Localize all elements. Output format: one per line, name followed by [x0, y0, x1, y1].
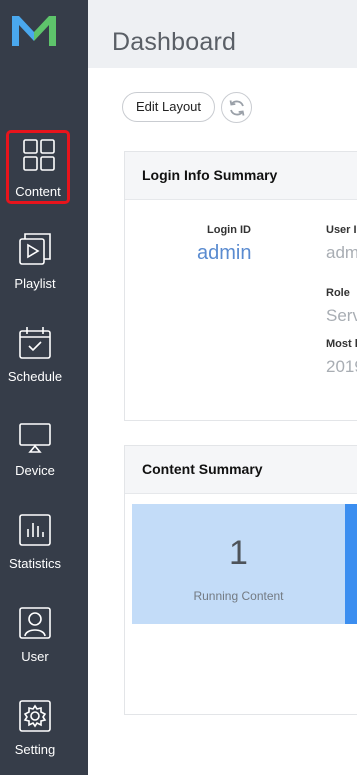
page-title: Dashboard [112, 28, 237, 56]
dashboard-main: Edit Layout Login Info Summary Login ID … [88, 68, 357, 775]
gear-icon [19, 700, 51, 732]
sidebar-item-content[interactable]: Content [6, 130, 70, 204]
sidebar-item-label: Statistics [8, 556, 61, 571]
sidebar-item-device[interactable]: Device [0, 419, 88, 499]
login-id-label: Login ID [207, 224, 251, 236]
sidebar-item-playlist[interactable]: Playlist [0, 232, 88, 312]
running-content-label: Running Content [193, 589, 284, 603]
most-recent-value: 2019 [326, 357, 357, 376]
bar-chart-icon [19, 514, 51, 546]
panel-title: Login Info Summary [142, 167, 278, 183]
user-name-label: User I [326, 224, 357, 236]
grid-icon [23, 139, 55, 171]
sidebar-item-label: Schedule [7, 369, 63, 384]
sidebar-item-label: Setting [14, 742, 56, 757]
login-info-summary-panel: Login Info Summary Login ID admin User I… [124, 151, 357, 421]
running-content-count: 1 [229, 534, 248, 572]
most-recent-label: Most l [326, 338, 357, 350]
content-summary-panel: Content Summary 1 Running Content [124, 445, 357, 715]
refresh-button[interactable] [221, 92, 252, 123]
sidebar-item-label: Playlist [14, 276, 56, 291]
sidebar-item-statistics[interactable]: Statistics [0, 512, 88, 592]
login-id-value: admin [197, 242, 252, 264]
next-summary-tile[interactable] [345, 504, 357, 624]
sidebar-item-schedule[interactable]: Schedule [0, 325, 88, 405]
running-content-tile[interactable]: 1 Running Content [132, 504, 345, 624]
refresh-icon [229, 100, 245, 116]
panel-title: Content Summary [142, 461, 263, 477]
sidebar-item-label: Device [15, 463, 55, 478]
edit-layout-button[interactable]: Edit Layout [122, 92, 215, 122]
role-value: Serv [326, 306, 357, 325]
sidebar-item-setting[interactable]: Setting [0, 698, 88, 775]
display-icon [19, 423, 51, 453]
sidebar-item-label: Content [15, 184, 61, 199]
sidebar-item-user[interactable]: User [0, 605, 88, 685]
sidebar: Content Playlist Schedule Device Statist… [0, 0, 88, 775]
role-label: Role [326, 287, 350, 299]
playlist-icon [19, 233, 51, 265]
m-logo-icon[interactable] [10, 12, 60, 48]
panel-header: Content Summary [125, 446, 357, 494]
page-header: Dashboard [88, 0, 357, 68]
sidebar-item-label: User [21, 649, 49, 664]
calendar-icon [19, 327, 51, 359]
user-icon [19, 607, 51, 639]
user-name-value: adm [326, 243, 357, 262]
panel-header: Login Info Summary [125, 152, 357, 200]
